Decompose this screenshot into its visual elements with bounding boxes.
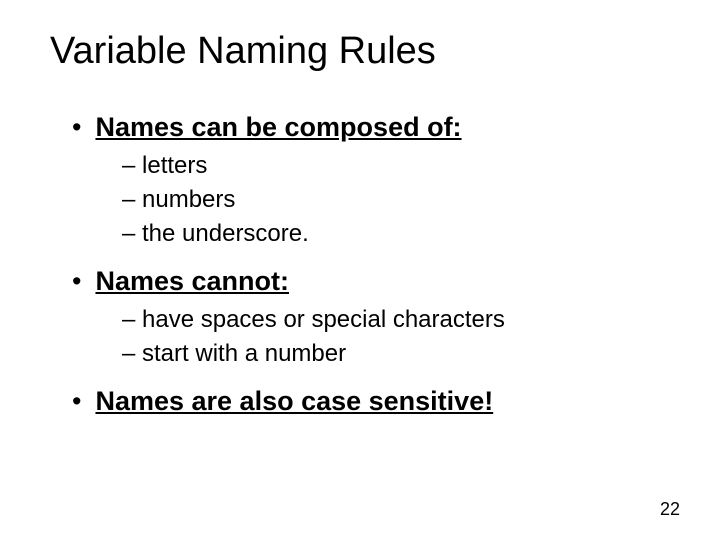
bullet-icon: • [72,265,81,297]
bullet-2-text: Names cannot: [95,265,289,297]
subitem: – the underscore. [122,219,670,249]
subitem: – letters [122,151,670,181]
bullet-icon: • [72,385,81,417]
sub-1b: – numbers [122,186,235,213]
bullet-3-text: Names are also case sensitive! [95,385,493,417]
bullet-item-2: • Names cannot: [72,265,670,297]
sub-2a: – have spaces or special characters [122,306,505,333]
sub-2b: – start with a number [122,340,346,367]
subitem: – numbers [122,185,670,215]
page-number: 22 [660,499,680,520]
sub-1a: – letters [122,152,207,179]
subitem: – have spaces or special characters [122,305,670,335]
slide-title: Variable Naming Rules [50,30,670,73]
bullet-item-1: • Names can be composed of: [72,111,670,143]
sub-1c: – the underscore. [122,220,309,247]
bullet-1-text: Names can be composed of: [95,111,461,143]
bullet-item-3: • Names are also case sensitive! [72,385,670,417]
subitem: – start with a number [122,339,670,369]
bullet-icon: • [72,111,81,143]
